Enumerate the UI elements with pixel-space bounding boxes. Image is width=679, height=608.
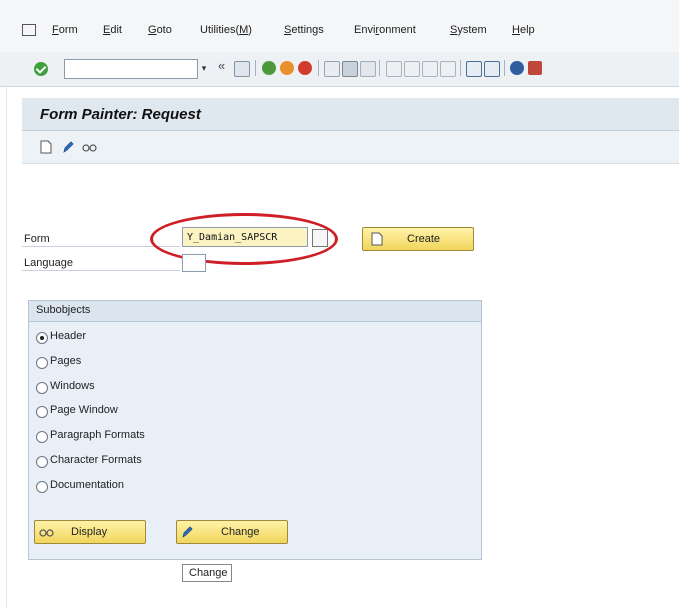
display-glasses-icon[interactable]: [82, 140, 98, 154]
display-button-label: Display: [71, 526, 108, 538]
toolbar-separator: [504, 60, 505, 76]
change-button[interactable]: Change: [176, 520, 288, 544]
create-button-label: Create: [407, 233, 441, 245]
create-session-icon[interactable]: [466, 61, 482, 77]
radio-button[interactable]: [36, 381, 48, 394]
find-next-icon[interactable]: [360, 61, 376, 77]
menu-help[interactable]: Help: [512, 24, 535, 36]
previous-page-icon[interactable]: [404, 61, 420, 77]
menu-edit[interactable]: Edit: [103, 24, 122, 36]
form-label: Form: [24, 233, 50, 245]
save-icon[interactable]: [234, 61, 250, 77]
shortcut-icon[interactable]: [484, 61, 500, 77]
customize-layout-icon[interactable]: [528, 61, 542, 75]
tooltip: Change: [182, 564, 232, 582]
radio-label: Character Formats: [50, 454, 142, 466]
change-pencil-icon: [182, 526, 193, 538]
radio-button[interactable]: [36, 480, 48, 493]
language-label: Language: [24, 257, 73, 269]
create-document-icon: [371, 232, 383, 246]
menu-settings[interactable]: Settings: [284, 24, 324, 36]
menu-goto[interactable]: Goto: [148, 24, 172, 36]
menu-system[interactable]: System: [450, 24, 487, 36]
create-document-icon[interactable]: [40, 140, 52, 154]
radio-label: Windows: [50, 379, 95, 392]
subobjects-title: Subobjects: [36, 304, 91, 316]
last-page-icon[interactable]: [440, 61, 456, 77]
help-icon[interactable]: [510, 61, 524, 75]
page-title: Form Painter: Request: [40, 106, 201, 123]
radio-label: Header: [50, 330, 87, 342]
exit-icon[interactable]: [280, 61, 294, 75]
cancel-icon[interactable]: [298, 61, 312, 75]
print-icon[interactable]: [324, 61, 340, 77]
radio-label: Paragraph Formats: [50, 429, 145, 442]
menu-form[interactable]: Form: [52, 24, 78, 36]
menu-bar: [0, 0, 679, 52]
change-button-label: Change: [221, 526, 260, 538]
radio-button[interactable]: [36, 456, 48, 468]
next-page-icon[interactable]: [422, 61, 438, 77]
menu-utilities[interactable]: Utilities(M): [200, 24, 252, 36]
toolbar-separator: [318, 60, 319, 76]
toolbar-separator: [255, 60, 256, 76]
change-pencil-icon[interactable]: [62, 140, 74, 154]
left-border: [6, 0, 7, 608]
application-toolbar: [22, 131, 679, 164]
display-button[interactable]: Display: [34, 520, 146, 544]
language-input[interactable]: [182, 254, 206, 272]
enter-icon[interactable]: [34, 62, 48, 76]
radio-label: Pages: [50, 354, 82, 367]
display-glasses-icon: [39, 529, 54, 537]
subobjects-header: [29, 301, 481, 322]
command-dropdown-icon[interactable]: ▾: [198, 61, 210, 75]
toolbar-separator: [379, 60, 380, 76]
first-page-icon[interactable]: [386, 61, 402, 77]
command-field[interactable]: [64, 59, 198, 79]
radio-label: Page Window: [50, 404, 118, 417]
language-underline: [22, 270, 180, 271]
create-button[interactable]: Create: [362, 227, 474, 251]
radio-button[interactable]: [36, 332, 48, 344]
history-icon[interactable]: «: [218, 58, 225, 73]
radio-label: Documentation: [50, 478, 124, 491]
toolbar-separator: [460, 60, 461, 76]
menu-environment[interactable]: Environment: [354, 24, 416, 36]
find-icon[interactable]: [342, 61, 358, 77]
radio-button[interactable]: [36, 356, 48, 369]
system-menu-icon[interactable]: [22, 24, 36, 36]
back-icon[interactable]: [262, 61, 276, 75]
highlight-ellipse: [150, 213, 338, 265]
